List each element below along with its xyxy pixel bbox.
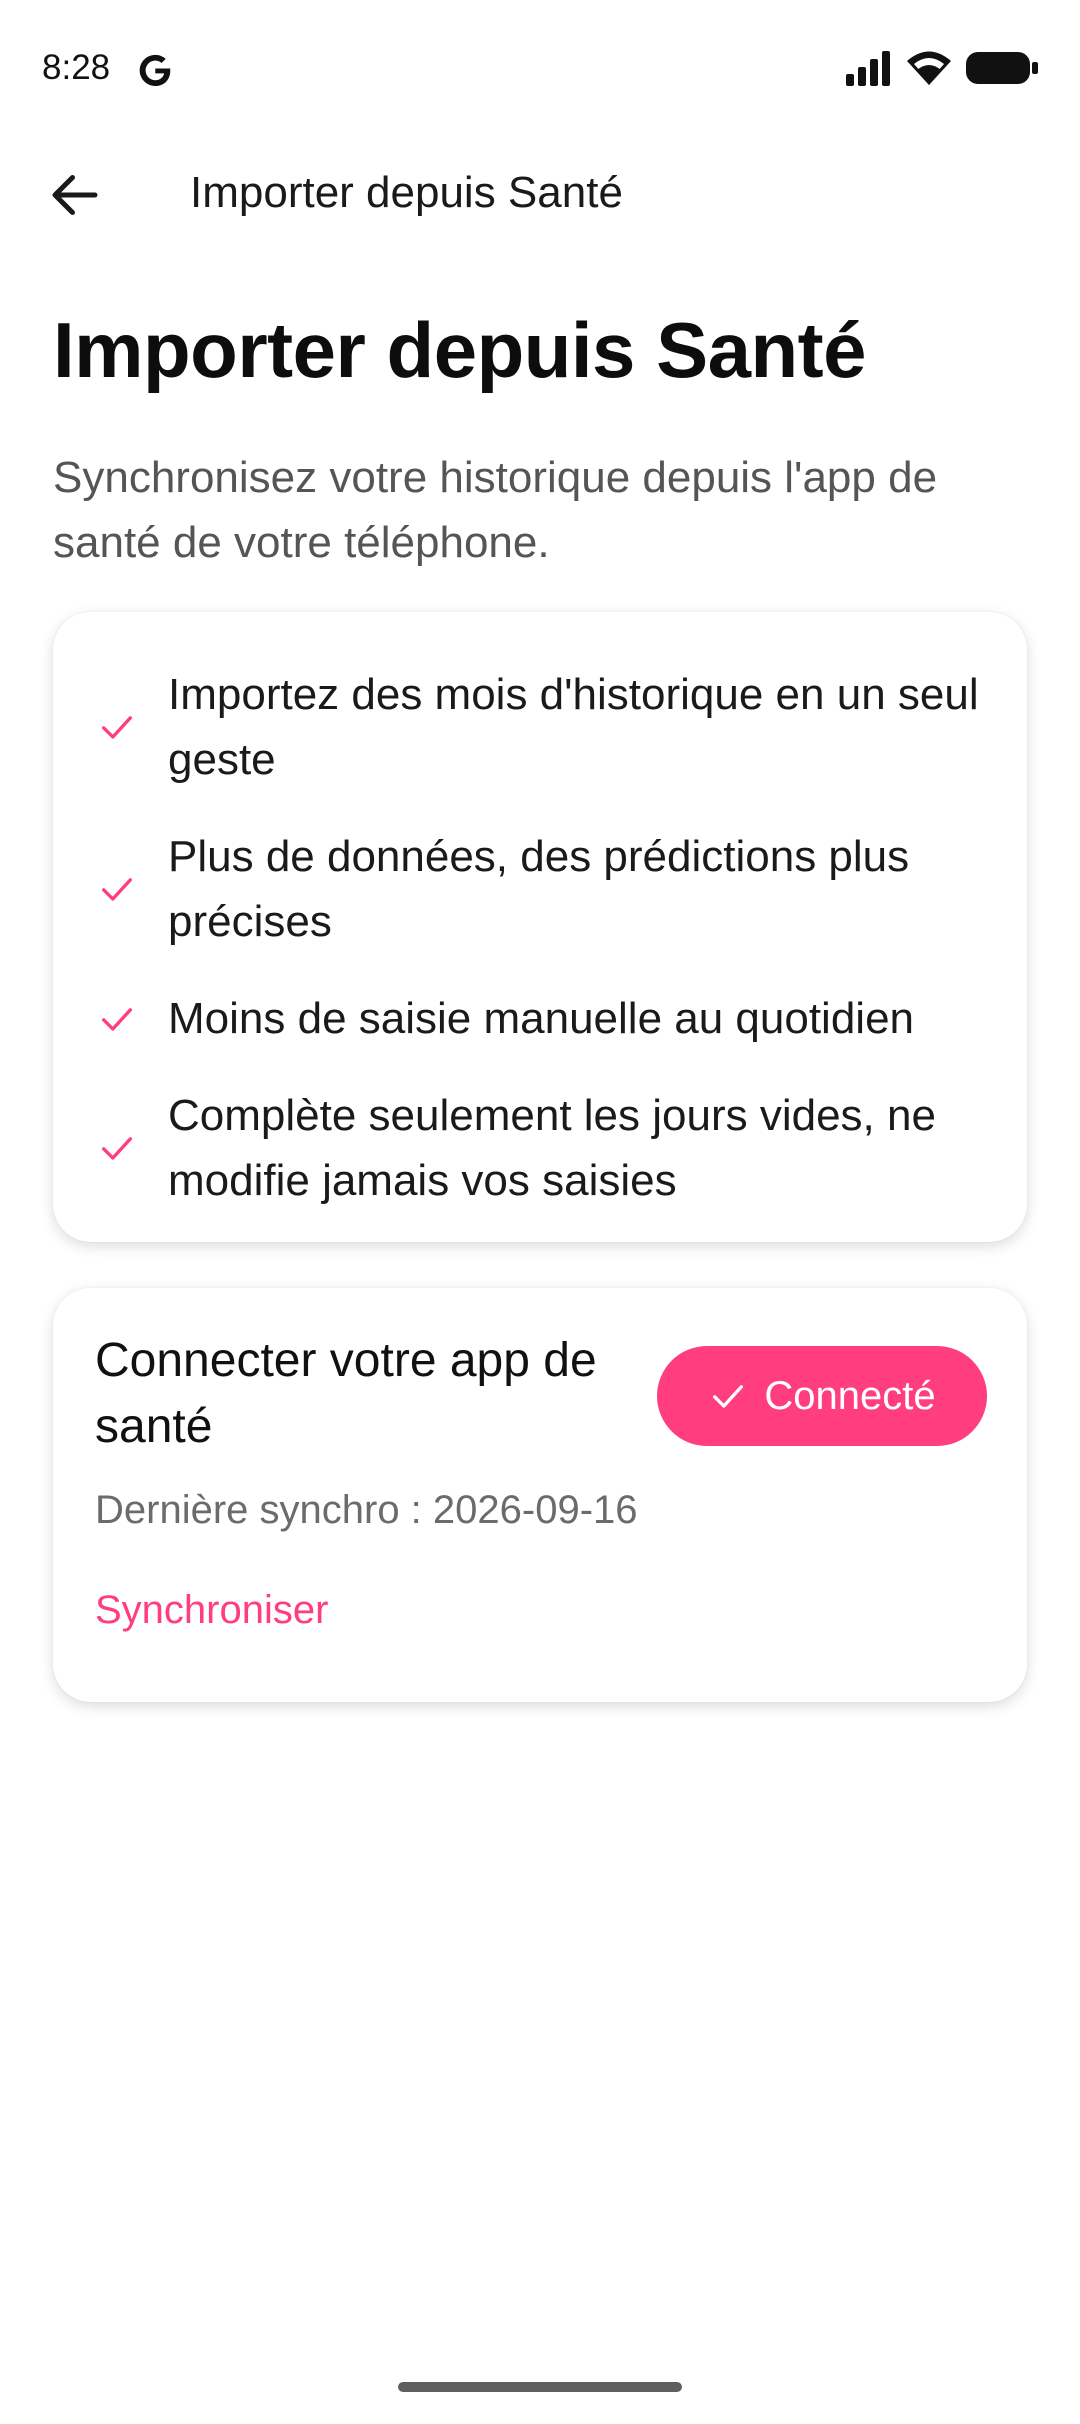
google-g-icon [139,54,171,87]
home-indicator[interactable] [398,2382,682,2392]
feature-text: Moins de saisie manuelle au quotidien [168,994,915,1043]
top-app-bar: Importer depuis Santé [0,150,1080,240]
page-title: Importer depuis Santé [53,306,867,394]
sync-link[interactable]: Synchroniser [95,1588,328,1633]
connect-health-card: Connecter votre app de santé Connecté De… [53,1288,1027,1702]
check-icon [102,716,132,739]
check-icon [713,1385,744,1408]
wifi-icon [907,51,951,85]
check-icon [102,1008,132,1031]
connected-button[interactable]: Connecté [657,1346,987,1446]
connect-title: Connecter votre app de santé [95,1334,597,1453]
check-icon [102,1137,132,1160]
battery-icon [966,52,1038,84]
signal-icon [846,51,890,86]
connected-button-label: Connecté [764,1373,936,1418]
feature-text: Importez des mois d'historique en un seu… [168,670,979,784]
last-sync-text: Dernière synchro : 2026-09-16 [95,1488,638,1532]
feature-text: Complète seulement les jours vides, ne m… [168,1091,936,1205]
status-bar: 8:28 [0,0,1080,140]
check-icon [102,878,132,901]
top-bar-title: Importer depuis Santé [190,168,623,217]
benefits-card: Importez des mois d'historique en un seu… [53,612,1027,1242]
back-arrow-icon[interactable] [45,165,105,225]
feature-text: Plus de données, des prédictions plus pr… [168,832,910,946]
status-time: 8:28 [42,48,111,87]
page-subtitle: Synchronisez votre historique depuis l'a… [53,453,938,567]
